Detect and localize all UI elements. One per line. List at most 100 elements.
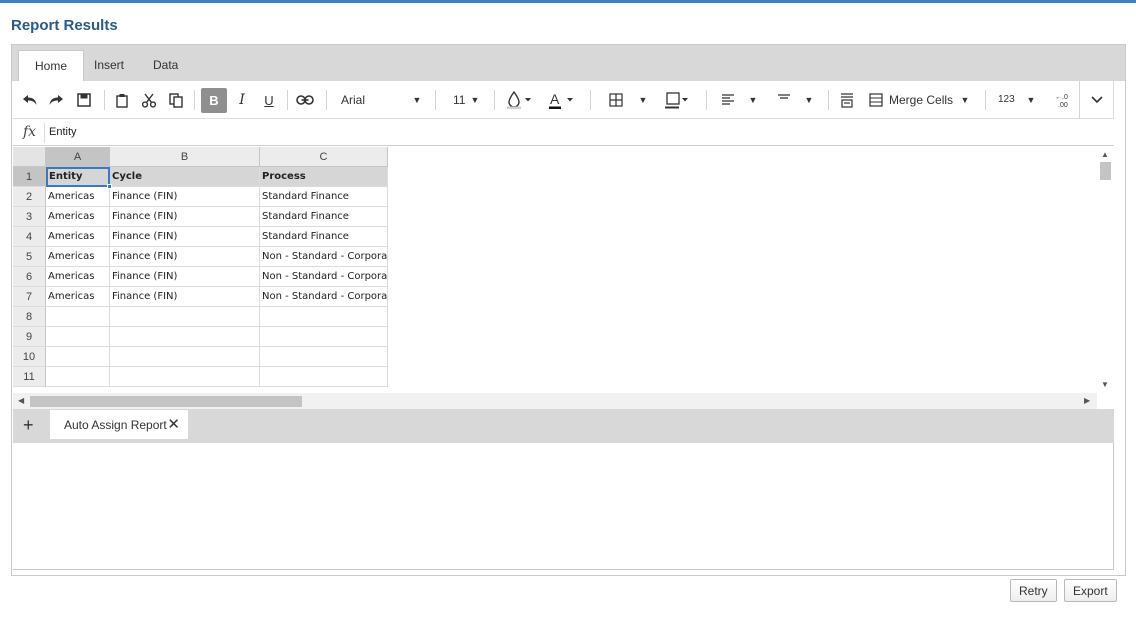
cell-a5[interactable]: Americas xyxy=(46,247,110,267)
cell-b2[interactable]: Finance (FIN) xyxy=(110,187,260,207)
tab-data[interactable]: Data xyxy=(137,50,194,81)
close-icon[interactable]: ✕ xyxy=(167,415,180,433)
cell-c2[interactable]: Standard Finance xyxy=(260,187,388,207)
scroll-left-icon[interactable]: ◀ xyxy=(18,396,24,405)
row-header[interactable]: 7 xyxy=(13,287,46,307)
row-header[interactable]: 8 xyxy=(13,307,46,327)
cell-c10[interactable] xyxy=(260,347,388,367)
cell-b7[interactable]: Finance (FIN) xyxy=(110,287,260,307)
cell-c5[interactable]: Non - Standard - Corporate xyxy=(260,247,388,267)
wrap-text-icon[interactable] xyxy=(837,81,857,119)
link-icon[interactable] xyxy=(293,81,317,119)
row-header[interactable]: 4 xyxy=(13,227,46,247)
cell-c6[interactable]: Non - Standard - Corporate xyxy=(260,267,388,287)
decrease-decimal-icon[interactable]: ←.0.00 xyxy=(1051,81,1071,119)
scroll-up-icon[interactable]: ▲ xyxy=(1101,150,1109,159)
select-all-corner[interactable] xyxy=(13,147,46,167)
chevron-down-icon[interactable]: ▼ xyxy=(637,81,649,119)
fill-color-icon[interactable] xyxy=(505,81,537,119)
vertical-scroll-thumb[interactable] xyxy=(1100,162,1111,180)
row-header[interactable]: 6 xyxy=(13,267,46,287)
cell-a9[interactable] xyxy=(46,327,110,347)
toolbar-divider xyxy=(1079,81,1080,119)
merge-cells-icon[interactable] xyxy=(867,81,885,119)
vertical-scrollbar[interactable]: ▲ ▼ xyxy=(1097,147,1114,393)
cell-c4[interactable]: Standard Finance xyxy=(260,227,388,247)
toolbar-divider xyxy=(435,90,436,110)
expand-toolbar-icon[interactable] xyxy=(1087,81,1107,119)
cell-a11[interactable] xyxy=(46,367,110,387)
number-format-select[interactable]: 123 xyxy=(998,81,1015,119)
cut-icon[interactable] xyxy=(138,81,160,119)
bold-button[interactable]: B xyxy=(201,88,227,113)
cell-b11[interactable] xyxy=(110,367,260,387)
row-header[interactable]: 1 xyxy=(13,167,46,187)
underline-button[interactable]: U xyxy=(258,81,280,119)
column-header-b[interactable]: B xyxy=(110,147,260,167)
redo-icon[interactable] xyxy=(45,81,67,119)
chevron-down-icon[interactable]: ▼ xyxy=(803,81,815,119)
row-header[interactable]: 2 xyxy=(13,187,46,207)
chevron-down-icon[interactable]: ▼ xyxy=(959,81,971,119)
cell-b4[interactable]: Finance (FIN) xyxy=(110,227,260,247)
cell-a2[interactable]: Americas xyxy=(46,187,110,207)
font-color-icon[interactable]: A xyxy=(547,81,579,119)
cell-a7[interactable]: Americas xyxy=(46,287,110,307)
fill-handle[interactable] xyxy=(107,184,112,189)
horizontal-scroll-thumb[interactable] xyxy=(30,396,302,407)
horizontal-scrollbar[interactable]: ◀ ▶ xyxy=(13,393,1097,409)
merge-style-icon[interactable] xyxy=(665,81,691,119)
cell-a4[interactable]: Americas xyxy=(46,227,110,247)
paste-icon[interactable] xyxy=(111,81,133,119)
sheet-tab-bar: + Auto Assign Report ✕ xyxy=(13,409,1114,443)
cell-b6[interactable]: Finance (FIN) xyxy=(110,267,260,287)
font-size-select[interactable]: 11 xyxy=(453,81,465,119)
row-header[interactable]: 3 xyxy=(13,207,46,227)
row-header[interactable]: 5 xyxy=(13,247,46,267)
cell-c7[interactable]: Non - Standard - Corporate xyxy=(260,287,388,307)
formula-input[interactable]: Entity xyxy=(49,126,77,138)
cell-a8[interactable] xyxy=(46,307,110,327)
row-header[interactable]: 10 xyxy=(13,347,46,367)
save-icon[interactable] xyxy=(73,81,95,119)
cell-b1[interactable]: Cycle xyxy=(110,167,260,187)
chevron-down-icon[interactable]: ▼ xyxy=(469,81,481,119)
cell-b5[interactable]: Finance (FIN) xyxy=(110,247,260,267)
cell-c9[interactable] xyxy=(260,327,388,347)
cell-a10[interactable] xyxy=(46,347,110,367)
cell-c11[interactable] xyxy=(260,367,388,387)
add-sheet-button[interactable]: + xyxy=(23,415,34,436)
retry-button[interactable]: Retry xyxy=(1010,579,1057,602)
copy-icon[interactable] xyxy=(165,81,187,119)
cell-a6[interactable]: Americas xyxy=(46,267,110,287)
chevron-down-icon[interactable]: ▼ xyxy=(747,81,759,119)
undo-icon[interactable] xyxy=(19,81,41,119)
vertical-align-icon[interactable] xyxy=(775,81,793,119)
cell-c3[interactable]: Standard Finance xyxy=(260,207,388,227)
sheet-tab-auto-assign-report[interactable]: Auto Assign Report ✕ xyxy=(50,410,188,439)
chevron-down-icon[interactable]: ▼ xyxy=(1025,81,1037,119)
scroll-down-icon[interactable]: ▼ xyxy=(1101,380,1109,389)
cell-b9[interactable] xyxy=(110,327,260,347)
row-header[interactable]: 11 xyxy=(13,367,46,387)
merge-cells-label[interactable]: Merge Cells xyxy=(889,81,953,119)
export-button[interactable]: Export xyxy=(1064,579,1117,602)
row-header[interactable]: 9 xyxy=(13,327,46,347)
cell-c1[interactable]: Process xyxy=(260,167,388,187)
cell-b10[interactable] xyxy=(110,347,260,367)
chevron-down-icon[interactable]: ▼ xyxy=(411,81,423,119)
column-header-a[interactable]: A xyxy=(46,147,110,167)
cell-b3[interactable]: Finance (FIN) xyxy=(110,207,260,227)
cell-a3[interactable]: Americas xyxy=(46,207,110,227)
align-left-icon[interactable] xyxy=(719,81,737,119)
tab-insert[interactable]: Insert xyxy=(78,50,140,81)
borders-icon[interactable] xyxy=(607,81,625,119)
italic-button[interactable]: I xyxy=(231,81,253,119)
scroll-right-icon[interactable]: ▶ xyxy=(1084,396,1090,405)
cell-a1[interactable]: Entity xyxy=(46,167,110,187)
tab-home[interactable]: Home xyxy=(18,50,85,81)
column-header-c[interactable]: C xyxy=(260,147,388,167)
cell-b8[interactable] xyxy=(110,307,260,327)
cell-c8[interactable] xyxy=(260,307,388,327)
font-name-select[interactable]: Arial xyxy=(341,81,365,119)
